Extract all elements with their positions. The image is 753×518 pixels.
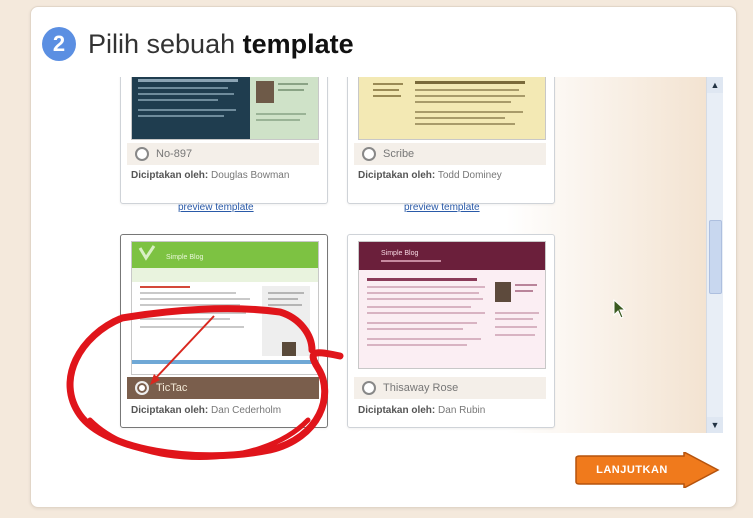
thumb-title-tictac: Simple Blog (166, 254, 203, 261)
page-title: Pilih sebuah template (88, 29, 354, 60)
template-name: TicTac (156, 382, 188, 394)
template-card-tictac[interactable]: Simple Blog TicTac Diciptakan oleh: Dan … (120, 234, 328, 428)
template-card-thisaway-rose[interactable]: Simple Blog Thisaway Rose Diciptakan ole… (347, 234, 555, 428)
template-name: Thisaway Rose (383, 382, 459, 394)
creator-label: Diciptakan oleh: (358, 405, 436, 416)
chevron-down-icon[interactable]: ▼ (707, 417, 723, 433)
step-header: 2 Pilih sebuah template (42, 14, 354, 74)
template-name: Scribe (383, 148, 415, 160)
template-radio-row[interactable]: Scribe (354, 143, 546, 165)
thumb-title-rose: Simple Blog (381, 250, 418, 257)
mouse-pointer-icon (613, 299, 627, 319)
template-thumbnail[interactable]: Simple Blog (358, 241, 546, 369)
template-radio-row[interactable]: Thisaway Rose (354, 377, 546, 399)
creator-label: Diciptakan oleh: (131, 405, 209, 416)
title-prefix: Pilih sebuah (88, 28, 243, 59)
template-card-no897[interactable]: No-897 Diciptakan oleh: Douglas Bowman (120, 77, 328, 204)
creator-name: Dan Cederholm (211, 405, 282, 416)
template-creator: Diciptakan oleh: Douglas Bowman (131, 170, 289, 181)
lanjutkan-button[interactable]: LANJUTKAN (572, 452, 720, 488)
template-creator: Diciptakan oleh: Dan Rubin (358, 405, 485, 416)
radio-button[interactable] (362, 381, 376, 395)
thumbnail-thisaway-rose: Simple Blog (359, 242, 545, 368)
creator-name: Todd Dominey (437, 170, 502, 181)
radio-button[interactable] (135, 147, 149, 161)
preview-template-link[interactable]: preview template (404, 202, 480, 213)
template-creator: Diciptakan oleh: Todd Dominey (358, 170, 502, 181)
creator-name: Douglas Bowman (211, 170, 290, 181)
preview-template-link[interactable]: preview template (178, 202, 254, 213)
template-name: No-897 (156, 148, 193, 160)
creator-label: Diciptakan oleh: (358, 170, 436, 181)
thumbnail-tictac: Simple Blog (132, 242, 318, 374)
template-list[interactable]: No-897 Diciptakan oleh: Douglas Bowman p… (40, 77, 706, 433)
template-thumbnail[interactable] (131, 77, 319, 140)
chevron-up-icon[interactable]: ▲ (707, 77, 723, 93)
template-thumbnail[interactable]: Simple Blog (131, 241, 319, 375)
template-radio-row[interactable]: No-897 (127, 143, 319, 165)
thumbnail-no897 (132, 77, 318, 139)
step-number-badge: 2 (42, 27, 76, 61)
template-card-scribe[interactable]: Scribe Diciptakan oleh: Todd Dominey (347, 77, 555, 204)
template-list-scrollbar[interactable]: ▲ ▼ (706, 77, 723, 433)
creator-name: Dan Rubin (438, 405, 486, 416)
scrollbar-thumb[interactable] (709, 220, 722, 294)
template-thumbnail[interactable] (358, 77, 546, 140)
template-radio-row-selected[interactable]: TicTac (127, 377, 319, 399)
title-bold: template (242, 28, 354, 59)
creator-label: Diciptakan oleh: (131, 170, 209, 181)
lanjutkan-label: LANJUTKAN (596, 464, 668, 476)
radio-button-selected[interactable] (135, 381, 149, 395)
radio-button[interactable] (362, 147, 376, 161)
template-creator: Diciptakan oleh: Dan Cederholm (131, 405, 281, 416)
thumbnail-scribe (359, 77, 545, 139)
